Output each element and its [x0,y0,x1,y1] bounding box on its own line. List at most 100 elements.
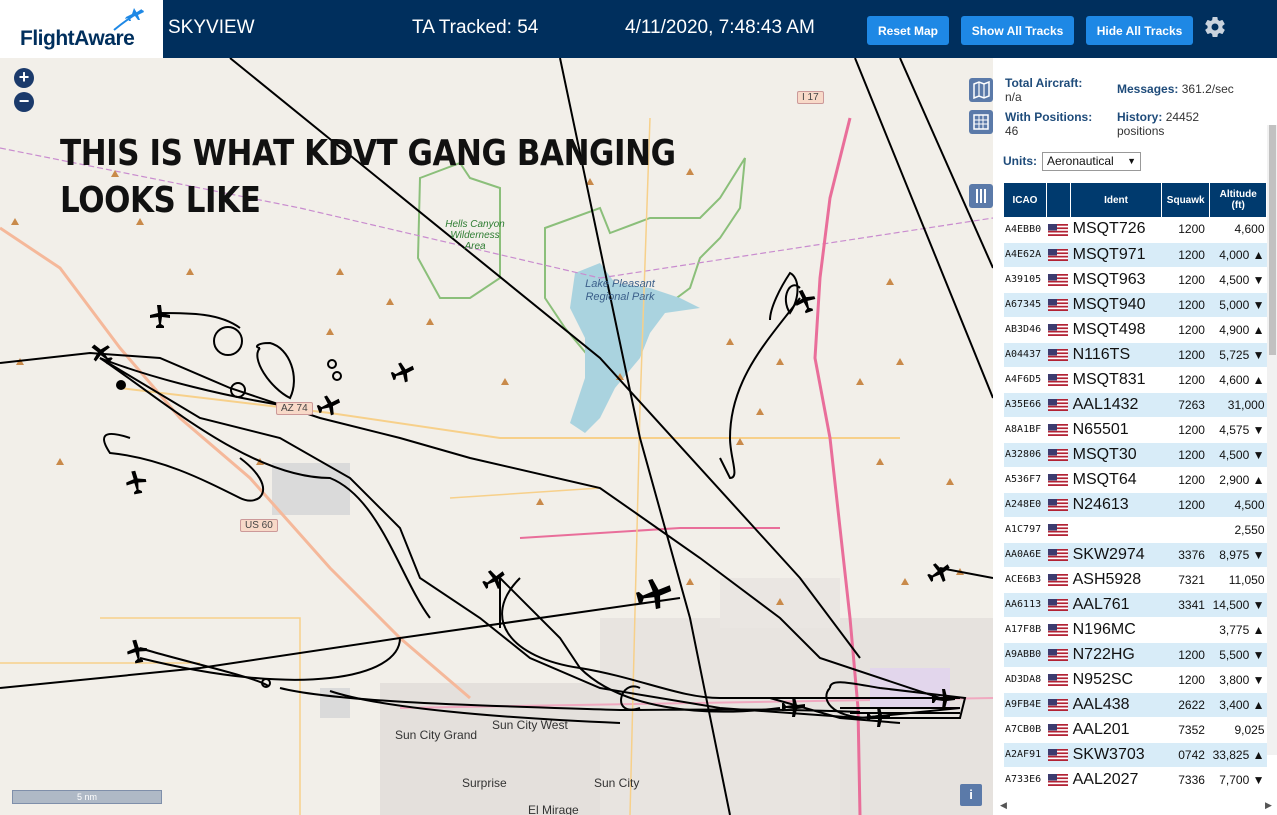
us-flag-icon [1048,674,1069,687]
row-flag [1046,367,1071,393]
show-all-tracks-button[interactable]: Show All Tracks [961,16,1074,45]
table-row[interactable]: A1C797 2,550 [1004,517,1267,543]
info-button[interactable]: i [960,784,982,806]
row-icao: A2AF91 [1004,742,1047,768]
us-flag-icon [1048,549,1069,562]
table-row[interactable]: AA6113 AAL761 3341 14,500 ▼ [1004,592,1267,618]
table-row[interactable]: A4EBB0 MSQT726 1200 4,600 [1004,217,1267,243]
row-ident: N65501 [1070,417,1162,443]
table-row[interactable]: A248E0 N24613 1200 4,500 [1004,492,1267,518]
row-icao: A248E0 [1004,492,1047,518]
units-select[interactable]: Aeronautical ▼ [1042,152,1141,171]
row-flag [1046,342,1071,368]
scroll-left-arrow[interactable]: ◀ [1000,800,1007,811]
table-row[interactable]: ACE6B3 ASH5928 7321 11,050 [1004,567,1267,593]
col-altitude-unit: (ft) [1231,200,1245,211]
row-flag [1046,517,1071,543]
table-row[interactable]: A32806 MSQT30 1200 4,500 ▼ [1004,442,1267,468]
stat-messages: Messages: 361.2/sec [1117,82,1234,96]
row-ident: AAL2027 [1070,767,1162,793]
row-ident: AAL438 [1070,692,1162,718]
row-ident [1070,517,1162,543]
row-altitude: 4,500 [1209,492,1267,518]
row-squawk: 3341 [1161,592,1210,618]
messages-value: 361.2/sec [1181,82,1234,96]
flightaware-logo[interactable]: FlightAware [0,0,163,58]
col-icao[interactable]: ICAO [1004,183,1047,217]
row-flag [1046,267,1071,293]
table-row[interactable]: AB3D46 MSQT498 1200 4,900 ▲ [1004,317,1267,343]
aircraft-table: ICAO Ident Squawk Altitude (ft) A4EBB0 MSQ… [1004,183,1267,793]
row-ident: AAL1432 [1070,392,1162,418]
row-flag [1046,742,1071,768]
toggle-sidebar-button[interactable] [969,184,993,208]
table-row[interactable]: A9FB4E AAL438 2622 3,400 ▲ [1004,692,1267,718]
row-squawk: 1200 [1161,667,1210,693]
us-flag-icon [1048,499,1069,512]
row-altitude: 2,550 [1209,517,1267,543]
map-canvas[interactable]: + − THIS IS WHAT KDVT GANG BANGING LOOKS… [0,58,993,815]
messages-label: Messages: [1117,82,1179,96]
row-flag [1046,717,1071,743]
table-row[interactable]: A536F7 MSQT64 1200 2,900 ▲ [1004,467,1267,493]
hide-all-tracks-button[interactable]: Hide All Tracks [1086,16,1193,45]
map-icon [973,80,990,100]
row-altitude: 8,975 ▼ [1209,542,1267,568]
row-flag [1046,492,1071,518]
row-icao: A4EBB0 [1004,217,1047,243]
zoom-out-button[interactable]: − [14,92,34,112]
row-ident: ASH5928 [1070,567,1162,593]
table-row[interactable]: A39105 MSQT963 1200 4,500 ▼ [1004,267,1267,293]
sidebar: Total Aircraft: n/a Messages: 361.2/sec … [993,58,1277,815]
units-selected-value: Aeronautical [1047,154,1114,168]
row-ident: SKW3703 [1070,742,1162,768]
table-row[interactable]: AA0A6E SKW2974 3376 8,975 ▼ [1004,542,1267,568]
row-ident: MSQT30 [1070,442,1162,468]
row-ident: AAL761 [1070,592,1162,618]
table-row[interactable]: A4E62A MSQT971 1200 4,000 ▲ [1004,242,1267,268]
row-icao: ACE6B3 [1004,567,1047,593]
range-rings-button[interactable] [969,110,993,134]
zoom-in-button[interactable]: + [14,68,34,88]
grid-icon [973,114,989,130]
table-row[interactable]: A2AF91 SKW3703 0742 33,825 ▲ [1004,742,1267,768]
map-layers-button[interactable] [969,78,993,102]
row-squawk: 2622 [1161,692,1210,718]
us-flag-icon [1048,399,1069,412]
table-row[interactable]: A17F8B N196MC 3,775 ▲ [1004,617,1267,643]
row-icao: A7CB0B [1004,717,1047,743]
table-row[interactable]: A9ABB0 N722HG 1200 5,500 ▼ [1004,642,1267,668]
table-row[interactable]: A733E6 AAL2027 7336 7,700 ▼ [1004,767,1267,793]
us-flag-icon [1048,699,1069,712]
total-aircraft-value: n/a [1005,90,1022,104]
col-flag[interactable] [1046,183,1072,217]
us-flag-icon [1048,374,1069,387]
row-flag [1046,642,1071,668]
table-row[interactable]: A4F6D5 MSQT831 1200 4,600 ▲ [1004,367,1267,393]
row-squawk: 1200 [1161,217,1210,243]
row-flag [1046,467,1071,493]
row-icao: A39105 [1004,267,1047,293]
reset-map-button[interactable]: Reset Map [867,16,949,45]
us-flag-icon [1048,424,1069,437]
col-ident[interactable]: Ident [1070,183,1162,217]
table-row[interactable]: AD3DA8 N952SC 1200 3,800 ▼ [1004,667,1267,693]
table-row[interactable]: A04437 N116TS 1200 5,725 ▼ [1004,342,1267,368]
overlay-line-2: LOOKS LIKE [60,180,261,221]
table-row[interactable]: A7CB0B AAL201 7352 9,025 [1004,717,1267,743]
table-row[interactable]: A67345 MSQT940 1200 5,000 ▼ [1004,292,1267,318]
row-icao: A733E6 [1004,767,1047,793]
table-row[interactable]: A8A1BF N65501 1200 4,575 ▼ [1004,417,1267,443]
col-altitude[interactable]: Altitude (ft) [1209,183,1267,217]
row-flag [1046,292,1071,318]
scroll-right-arrow[interactable]: ▶ [1265,800,1272,811]
us-flag-icon [1048,324,1069,337]
gear-icon[interactable] [1203,15,1227,39]
col-squawk[interactable]: Squawk [1161,183,1211,217]
table-row[interactable]: A35E66 AAL1432 7263 31,000 [1004,392,1267,418]
table-scroll-thumb[interactable] [1269,125,1276,355]
row-altitude: 4,900 ▲ [1209,317,1267,343]
overlay-caption: THIS IS WHAT KDVT GANG BANGING LOOKS LIK… [60,130,676,224]
dropdown-caret-icon: ▼ [1127,156,1136,166]
row-squawk: 7321 [1161,567,1210,593]
